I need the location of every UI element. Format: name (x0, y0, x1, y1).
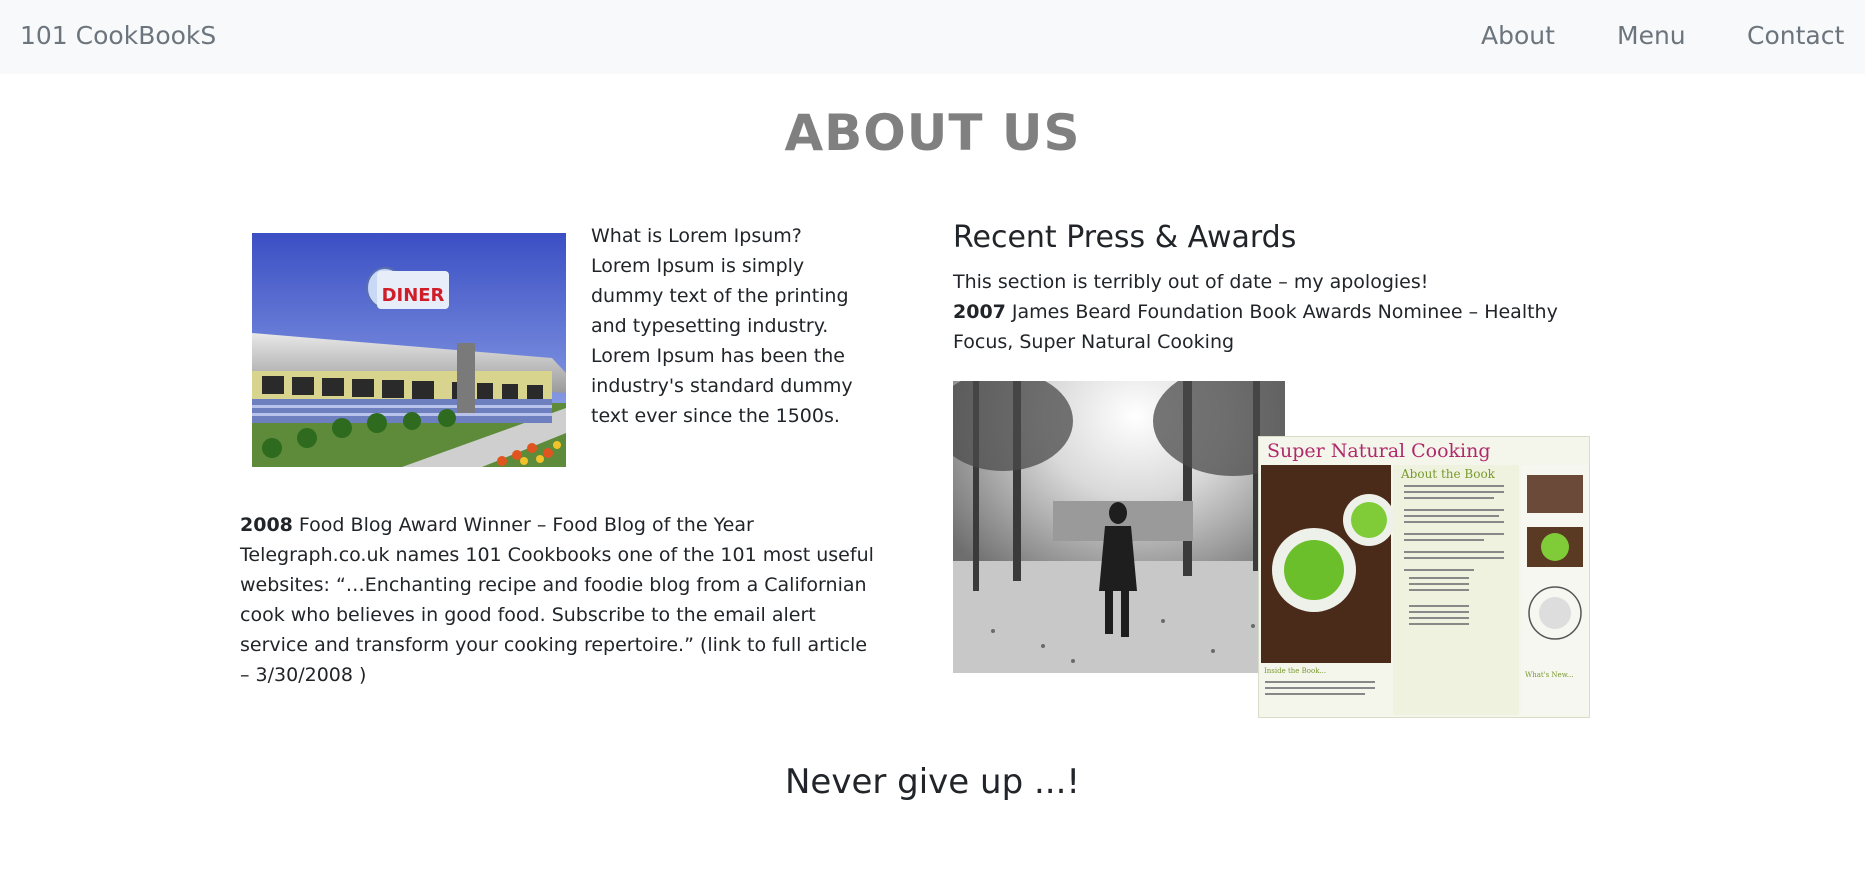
blog-award-description: Food Blog Award Winner – Food Blog of th… (240, 514, 874, 686)
navbar: 101 CookBookS About Menu Contact (0, 0, 1865, 74)
press-award-year: 2007 (953, 301, 1006, 323)
book-cover-heading: About the Book (1401, 467, 1495, 481)
press-note: This section is terribly out of date – m… (953, 271, 1429, 293)
closing-title: Never give up ...! (784, 762, 1081, 802)
intro-text: What is Lorem Ipsum? Lorem Ipsum is simp… (591, 225, 853, 427)
press-text: This section is terribly out of date – m… (953, 267, 1593, 357)
book-cover-inside: Inside the Book... (1264, 667, 1327, 675)
book-cover-title: Super Natural Cooking (1267, 440, 1491, 462)
nav-link-about[interactable]: About (1481, 21, 1555, 50)
walking-woman-photo (953, 381, 1285, 673)
book-cover-whats-new: What's New... (1525, 671, 1574, 679)
press-award-text: James Beard Foundation Book Awards Nomin… (953, 301, 1558, 353)
diner-image: DINER (252, 233, 566, 467)
brand-link[interactable]: 101 CookBookS (20, 21, 216, 50)
page-title: ABOUT US (784, 104, 1081, 162)
nav-link-menu[interactable]: Menu (1617, 21, 1686, 50)
nav-link-contact[interactable]: Contact (1747, 21, 1844, 50)
blog-award-year: 2008 (240, 514, 293, 536)
diner-sign-text: DINER (382, 285, 445, 306)
press-section-title: Recent Press & Awards (953, 220, 1297, 255)
book-cover-image: Super Natural Cooking About the Book Ins… (1258, 436, 1590, 718)
blog-award-text: 2008 Food Blog Award Winner – Food Blog … (240, 510, 880, 690)
